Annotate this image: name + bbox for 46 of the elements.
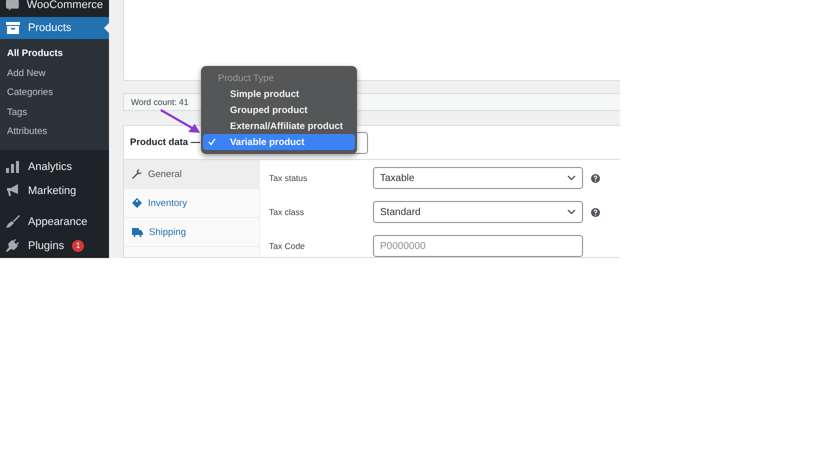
menu-option[interactable]: Variable product: [203, 134, 355, 150]
panel-title: Product data —: [130, 137, 200, 148]
submenu-item[interactable]: Categories: [0, 83, 109, 102]
megaphone-icon: [6, 184, 20, 197]
menu-label: Products: [28, 22, 72, 34]
menu-label: Analytics: [28, 160, 72, 172]
menu-label: Marketing: [28, 184, 76, 196]
sidebar-menu-item[interactable]: Marketing: [0, 178, 109, 202]
help-icon[interactable]: [591, 174, 600, 182]
help-icon[interactable]: [591, 208, 600, 216]
submenu-item[interactable]: Attributes: [0, 122, 109, 142]
submenu-item[interactable]: Tags: [0, 102, 109, 122]
brush-icon: [6, 215, 20, 228]
plug-icon: [6, 239, 20, 252]
submenu-item[interactable]: All Products: [0, 44, 109, 64]
editor-area[interactable]: [123, 0, 620, 81]
product-data-tab[interactable]: General: [124, 160, 259, 189]
count-badge: 1: [72, 240, 84, 252]
sidebar-menu-item[interactable]: WooCommerce: [0, 0, 109, 17]
field-label: Tax Code: [269, 241, 306, 251]
wrench-icon: [132, 169, 142, 179]
input-field[interactable]: P0000000: [373, 235, 583, 257]
menu-label: Appearance: [28, 216, 88, 228]
select-field[interactable]: Taxable: [373, 167, 583, 189]
sidebar-menu-item[interactable]: Products: [0, 17, 109, 39]
product-data-tab[interactable]: Shipping: [124, 218, 259, 247]
select-field[interactable]: Standard: [373, 201, 583, 223]
box-icon: [6, 22, 20, 34]
chevron-down-icon: [567, 175, 576, 181]
tag-icon: [132, 198, 142, 208]
truck-icon: [132, 228, 143, 236]
arrow: [158, 107, 202, 135]
menu-option[interactable]: External/Affiliate product: [203, 118, 355, 134]
product-data-tab[interactable]: Inventory: [124, 189, 259, 218]
sidebar-menu-item[interactable]: Analytics: [0, 154, 109, 178]
sidebar-menu-item[interactable]: Appearance: [0, 210, 109, 234]
menu-header: Product Type: [217, 72, 275, 86]
chevron-down-icon: [567, 209, 576, 215]
menu-label: Plugins: [28, 240, 64, 252]
bar-chart-icon: [6, 160, 20, 172]
sidebar-menu-item[interactable]: Plugins 1: [0, 234, 109, 258]
submenu-item[interactable]: Add New: [0, 64, 109, 83]
field-label: Tax status: [269, 173, 308, 183]
menu-label: WooCommerce: [26, 0, 103, 11]
check-icon: [208, 138, 216, 146]
field-label: Tax class: [269, 207, 305, 217]
